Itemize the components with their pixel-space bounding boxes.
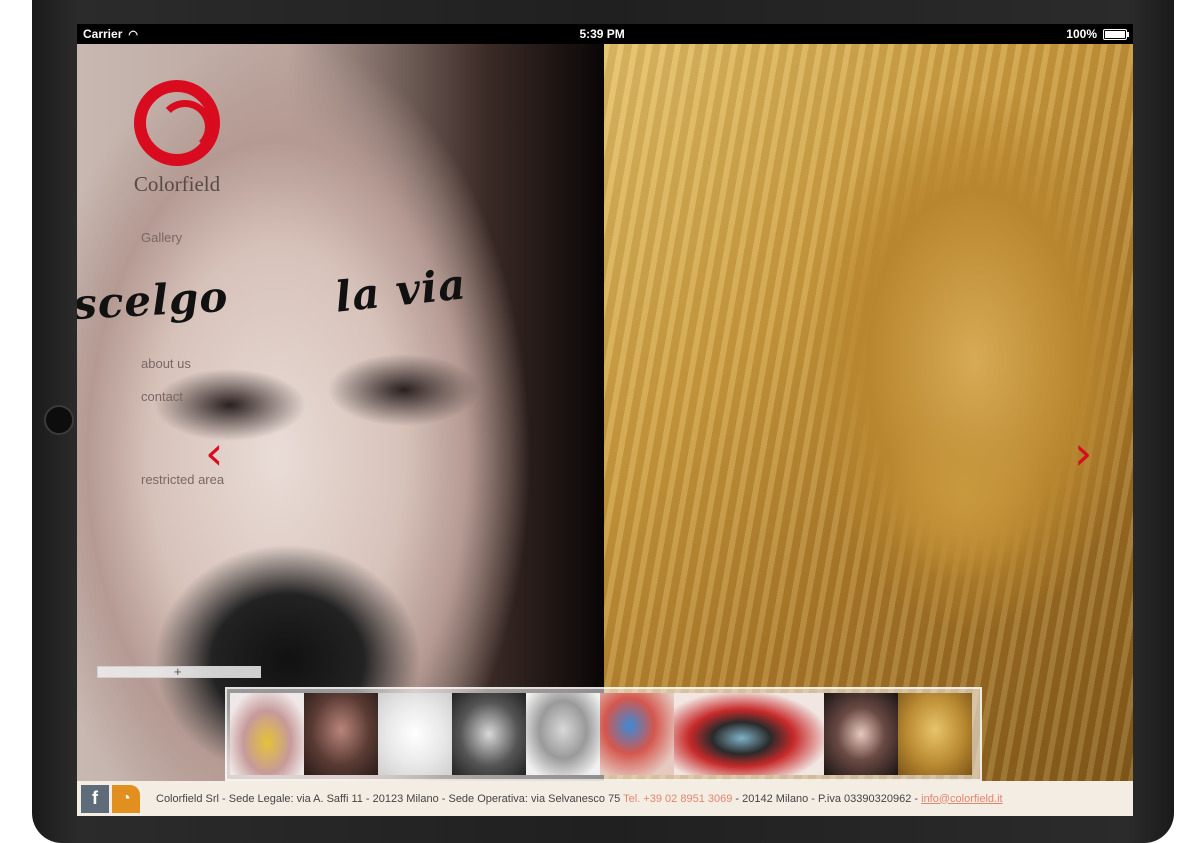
slider-knob[interactable]: + <box>174 664 182 680</box>
logo-ring-icon <box>134 80 220 166</box>
logo-text: Colorfield <box>133 172 221 196</box>
status-bar: Carrier ◠ 5:39 PM 100% <box>77 24 1133 44</box>
facebook-icon[interactable]: f <box>81 784 109 813</box>
nav-item-gallery[interactable]: Gallery <box>141 230 182 245</box>
clock: 5:39 PM <box>579 27 625 41</box>
thumbnail[interactable] <box>526 693 600 775</box>
hero-photo-right <box>604 44 1133 796</box>
thumbnail[interactable] <box>824 693 898 775</box>
colorfield-logo[interactable]: Colorfield <box>127 80 227 197</box>
thumbnail[interactable] <box>600 693 674 775</box>
prev-arrow-icon[interactable]: ‹ <box>205 430 223 476</box>
thumbnail[interactable] <box>378 693 452 775</box>
screen: Carrier ◠ 5:39 PM 100% scelgo la via Col… <box>77 24 1133 816</box>
thumbnail[interactable] <box>304 693 378 775</box>
zoom-slider[interactable]: + <box>97 664 261 680</box>
thumbnail[interactable] <box>230 693 304 775</box>
nav-item-contact[interactable]: contact <box>141 389 183 404</box>
footer: f ◔ Colorfield Srl - Sede Legale: via A.… <box>77 781 1133 816</box>
footer-phone: Tel. +39 02 8951 3069 <box>623 792 733 805</box>
footer-address-tail: - 20142 Milano - P.iva 03390320962 - <box>732 792 922 805</box>
battery-percent: 100% <box>1066 27 1097 41</box>
thumbnail-strip <box>225 687 982 781</box>
footer-company: Colorfield Srl - Sede Legale: via A. Saf… <box>156 792 624 805</box>
battery-icon <box>1103 28 1129 40</box>
thumbnail[interactable] <box>674 693 824 775</box>
carrier-label: Carrier <box>83 27 123 41</box>
rss-icon[interactable]: ◔ <box>112 784 140 813</box>
home-button[interactable] <box>44 405 74 435</box>
footer-info: Colorfield Srl - Sede Legale: via A. Saf… <box>156 793 1003 805</box>
footer-email-link[interactable]: info@colorfield.it <box>921 793 1002 805</box>
nav-item-about-us[interactable]: about us <box>141 356 191 371</box>
eye-text-right: la via <box>332 259 469 322</box>
wifi-icon: ◠ <box>128 28 138 41</box>
thumbnail[interactable] <box>452 693 526 775</box>
eye-text-left: scelgo <box>77 271 230 330</box>
thumbnail[interactable] <box>898 693 972 775</box>
next-arrow-icon[interactable]: › <box>1074 430 1092 476</box>
